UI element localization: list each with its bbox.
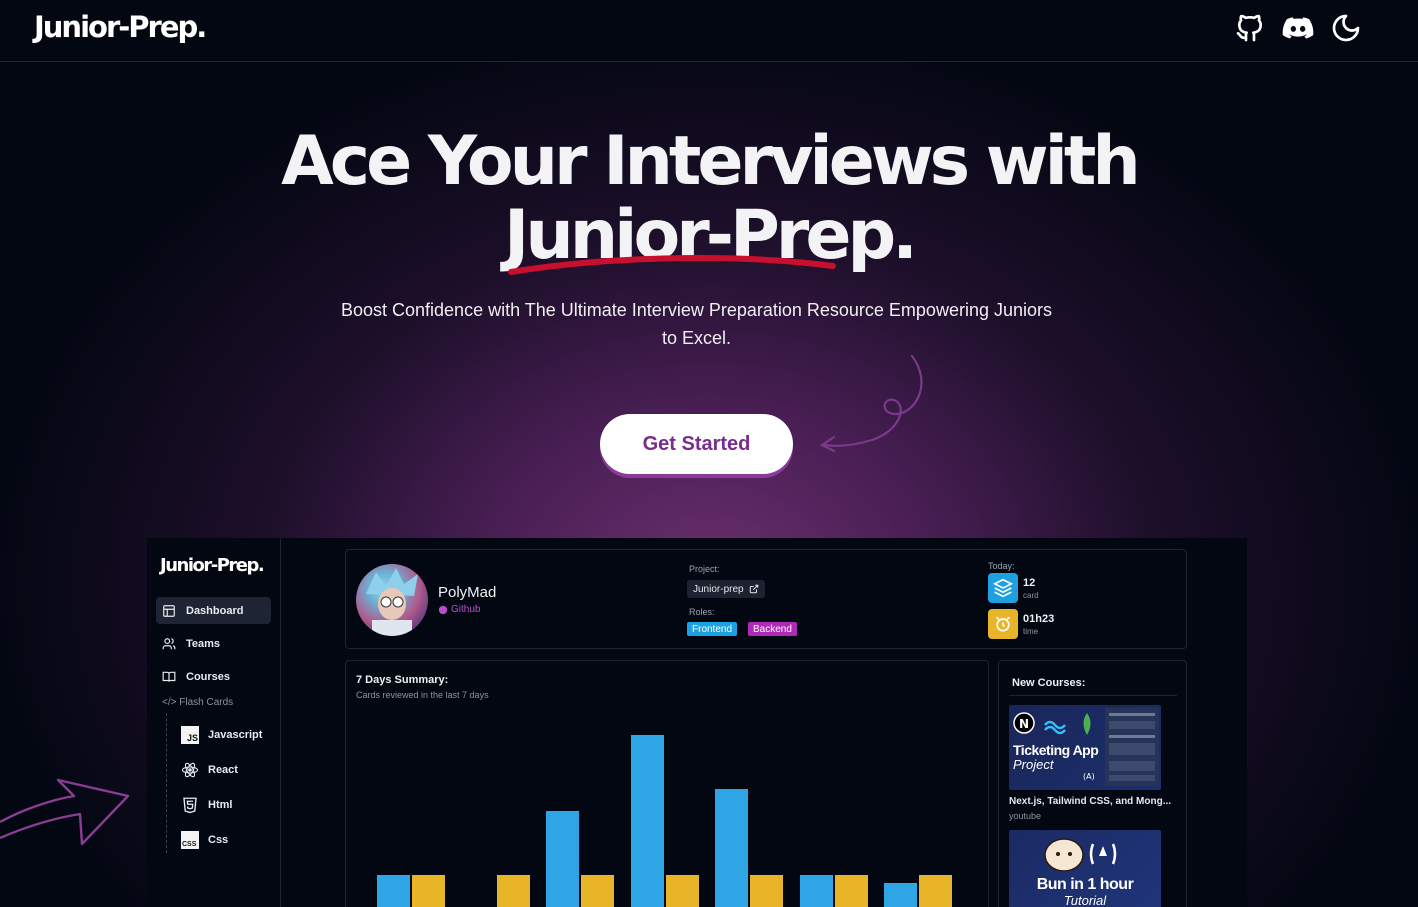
bar-reviewed-day-3[interactable] xyxy=(546,811,579,907)
layers-icon xyxy=(988,573,1018,603)
sidebar-item-teams[interactable]: Teams xyxy=(156,630,271,657)
flash-cards-heading: </> Flash Cards xyxy=(162,697,234,708)
bar-reviewed-day-7[interactable] xyxy=(884,883,917,907)
course-thumb-subtitle: Project xyxy=(1013,757,1054,772)
time-today-value: 01h23 xyxy=(1023,613,1055,625)
get-started-button[interactable]: Get Started xyxy=(600,414,793,474)
cards-today-value: 12 xyxy=(1023,577,1036,589)
sidebar-item-dashboard[interactable]: Dashboard xyxy=(156,597,271,624)
github-icon xyxy=(438,605,448,614)
summary-subtitle: Cards reviewed in the last 7 days xyxy=(356,690,489,700)
dashboard-icon xyxy=(163,604,175,617)
bar-secondary-day-6[interactable] xyxy=(834,875,868,907)
app-preview: Junior-Prep. Dashboard Teams Courses </>… xyxy=(147,538,1247,907)
course-source: youtube xyxy=(1009,811,1042,821)
bar-secondary-day-7[interactable] xyxy=(919,875,952,907)
course-name[interactable]: Next.js, Tailwind CSS, and Mong... xyxy=(1009,796,1171,807)
sidebar: Junior-Prep. Dashboard Teams Courses </>… xyxy=(147,538,281,907)
users-icon xyxy=(162,637,176,649)
flash-item-react[interactable]: React xyxy=(181,761,238,779)
role-badge-backend: Backend xyxy=(748,622,797,636)
svg-text:(A): (A) xyxy=(1083,772,1095,781)
bar-reviewed-day-1[interactable] xyxy=(377,875,410,907)
header-icons xyxy=(1234,12,1362,44)
bar-secondary-day-2[interactable] xyxy=(496,875,530,907)
project-name: Junior-prep xyxy=(693,583,744,595)
course-thumbnail-ticketing[interactable]: N (A) Ticketing App Project xyxy=(1009,705,1161,790)
course-thumb-title: Bun in 1 hour xyxy=(1036,876,1134,893)
seven-days-summary-card: 7 Days Summary: Cards reviewed in the la… xyxy=(345,660,989,907)
flash-cards-divider xyxy=(166,713,167,853)
new-courses-card: New Courses: N (A) Ticketing App Project… xyxy=(998,660,1187,907)
sidebar-item-label: Courses xyxy=(186,670,231,683)
github-icon[interactable] xyxy=(1234,12,1266,44)
hero-title-line1: Ace Your Interviews with xyxy=(281,122,1141,201)
hero-subtitle: Boost Confidence with The Ultimate Inter… xyxy=(340,300,1052,348)
time-today-label: time xyxy=(1023,627,1039,636)
bar-reviewed-day-4[interactable] xyxy=(630,735,664,907)
title-underline xyxy=(508,255,836,275)
top-navbar: Junior-Prep. xyxy=(0,0,1418,62)
alarm-clock-icon xyxy=(988,609,1018,639)
react-icon xyxy=(181,762,199,778)
bar-reviewed-day-6[interactable] xyxy=(799,875,833,907)
pointing-arrow-icon xyxy=(0,778,130,846)
brand-logo[interactable]: Junior-Prep. xyxy=(34,10,207,44)
book-icon xyxy=(162,671,176,682)
course-thumb-title: Ticketing App xyxy=(1013,742,1099,758)
course-thumbnail-bun[interactable]: Bun in 1 hour Tutorial xyxy=(1009,830,1161,907)
sidebar-item-label: Dashboard xyxy=(186,604,244,617)
project-label: Project: xyxy=(689,564,720,574)
project-chip[interactable]: Junior-prep xyxy=(687,580,765,598)
avatar[interactable] xyxy=(356,564,428,636)
sidebar-item-label: Teams xyxy=(186,637,221,650)
curly-arrow-icon xyxy=(819,354,923,453)
profile-card: PolyMad Github Project: Junior-prep Role… xyxy=(345,549,1187,649)
avatar-image xyxy=(366,568,418,636)
profile-github-link[interactable]: Github xyxy=(438,604,480,615)
profile-name: PolyMad xyxy=(438,584,497,601)
moon-icon[interactable] xyxy=(1330,12,1362,44)
flash-item-css[interactable]: CSS Css xyxy=(181,831,228,849)
new-courses-divider xyxy=(1009,695,1177,696)
external-link-icon xyxy=(749,584,758,594)
flash-item-label: React xyxy=(208,764,238,776)
css-icon: CSS xyxy=(181,831,199,849)
html5-icon xyxy=(183,797,197,814)
bar-secondary-day-5[interactable] xyxy=(750,875,783,907)
summary-title: 7 Days Summary: xyxy=(356,674,449,686)
role-badge-frontend: Frontend xyxy=(687,622,738,636)
course-thumb-subtitle: Tutorial xyxy=(1063,893,1107,907)
new-courses-title: New Courses: xyxy=(1012,677,1086,689)
flash-item-html[interactable]: Html xyxy=(181,796,232,814)
flash-item-label: Css xyxy=(208,834,229,846)
today-label: Today: xyxy=(988,561,1015,571)
bar-secondary-day-4[interactable] xyxy=(665,875,699,907)
github-link-label: Github xyxy=(451,604,481,615)
flash-item-label: Html xyxy=(208,799,233,811)
bar-reviewed-day-5[interactable] xyxy=(715,789,748,907)
bar-secondary-day-1[interactable] xyxy=(412,875,445,907)
roles-label: Roles: xyxy=(689,607,715,617)
js-icon: JS xyxy=(181,726,199,744)
discord-icon[interactable] xyxy=(1282,12,1314,44)
bar-secondary-day-3[interactable] xyxy=(581,875,614,907)
sidebar-logo[interactable]: Junior-Prep. xyxy=(160,555,265,576)
svg-text:N: N xyxy=(1019,717,1029,731)
flash-item-label: Javascript xyxy=(208,729,263,741)
sidebar-item-courses[interactable]: Courses xyxy=(156,663,271,690)
cards-today-label: card xyxy=(1023,591,1039,600)
flash-item-javascript[interactable]: JS Javascript xyxy=(181,726,262,744)
